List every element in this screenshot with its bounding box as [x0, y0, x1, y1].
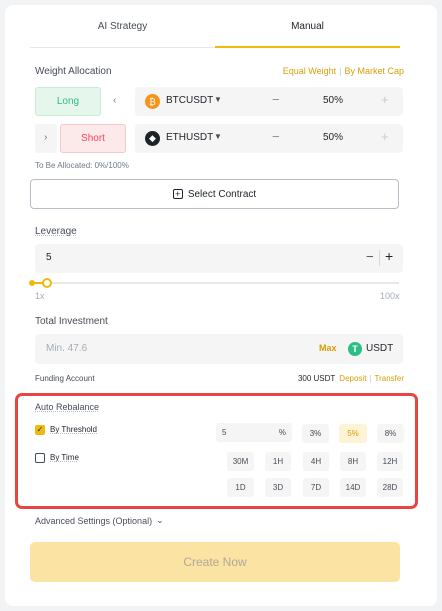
time-option-7d[interactable]: 7D	[303, 478, 329, 497]
eth-symbol[interactable]: ETHUSDT	[166, 132, 213, 143]
chevron-down-icon: ⌄	[156, 515, 164, 525]
mode-tabs: AI Strategy Manual	[30, 18, 400, 48]
eth-percent[interactable]: 50%	[323, 132, 343, 143]
threshold-option-3[interactable]: 3%	[302, 424, 329, 443]
equal-weight-link[interactable]: Equal Weight	[283, 66, 336, 76]
time-option-1h[interactable]: 1H	[265, 452, 291, 471]
total-investment-title: Total Investment	[35, 316, 108, 327]
leverage-divider	[379, 250, 380, 266]
weight-mode-links: Equal Weight | By Market Cap	[283, 66, 404, 76]
leverage-value[interactable]: 5	[46, 252, 52, 263]
auto-rebalance-title: Auto Rebalance	[35, 402, 100, 412]
investment-input[interactable]: Min. 47.6 Max T USDT	[35, 334, 403, 364]
chevron-right-icon: ›	[44, 132, 48, 143]
threshold-unit: %	[278, 428, 286, 437]
investment-placeholder[interactable]: Min. 47.6	[46, 343, 87, 354]
caret-down-icon[interactable]: ▼	[214, 95, 222, 104]
chevron-left-icon[interactable]: ‹	[113, 95, 116, 106]
by-time-checkbox[interactable]	[35, 453, 45, 463]
advanced-settings-toggle[interactable]: Advanced Settings (Optional) ⌄	[35, 515, 164, 526]
eth-increase-button[interactable]: +	[381, 129, 389, 144]
btc-decrease-button[interactable]: −	[272, 92, 280, 107]
leverage-slider-start	[29, 280, 35, 286]
to-be-allocated: To Be Allocated: 0%/100%	[35, 161, 129, 170]
tab-manual[interactable]: Manual	[215, 18, 400, 48]
time-option-3d[interactable]: 3D	[265, 478, 291, 497]
short-button[interactable]: Short	[60, 124, 126, 153]
leverage-title: Leverage	[35, 226, 77, 237]
caret-down-icon[interactable]: ▼	[214, 132, 222, 141]
leverage-slider-handle[interactable]	[41, 278, 52, 288]
deposit-link[interactable]: Deposit	[339, 374, 366, 383]
transfer-link[interactable]: Transfer	[375, 374, 405, 383]
time-option-1d[interactable]: 1D	[227, 478, 254, 497]
btc-percent[interactable]: 50%	[323, 95, 343, 106]
funding-actions: 300 USDT Deposit | Transfer	[298, 374, 404, 383]
by-market-cap-link[interactable]: By Market Cap	[344, 66, 404, 76]
btc-increase-button[interactable]: +	[381, 92, 389, 107]
long-button[interactable]: Long	[35, 87, 101, 116]
funding-balance: 300 USDT	[297, 374, 336, 383]
btc-row: ₿ BTCUSDT ▼ − 50% +	[135, 87, 403, 116]
weight-allocation-title: Weight Allocation	[35, 66, 112, 77]
btc-symbol[interactable]: BTCUSDT	[166, 95, 213, 106]
time-option-30m[interactable]: 30M	[227, 452, 254, 471]
leverage-max-label: 100x	[380, 291, 400, 301]
time-option-28d[interactable]: 28D	[377, 478, 403, 497]
by-threshold-checkbox[interactable]: ✓	[35, 425, 45, 435]
bitcoin-icon: ₿	[145, 94, 160, 109]
link-separator: |	[339, 66, 342, 76]
leverage-decrease-button[interactable]: −	[366, 249, 374, 264]
by-threshold-label[interactable]: By Threshold	[50, 425, 97, 434]
funding-account-label: Funding Account	[35, 374, 95, 383]
select-contract-button[interactable]: + Select Contract	[30, 179, 399, 209]
time-option-8h[interactable]: 8H	[340, 452, 366, 471]
advanced-settings-label: Advanced Settings (Optional)	[35, 515, 153, 526]
time-option-4h[interactable]: 4H	[303, 452, 329, 471]
threshold-option-8[interactable]: 8%	[377, 424, 404, 443]
eth-decrease-button[interactable]: −	[272, 129, 280, 144]
threshold-input[interactable]: 5 %	[216, 423, 292, 442]
time-option-14d[interactable]: 14D	[340, 478, 366, 497]
threshold-value[interactable]: 5	[222, 428, 226, 437]
link-separator: |	[369, 374, 372, 383]
ethereum-icon: ◆	[145, 131, 160, 146]
time-option-12h[interactable]: 12H	[377, 452, 403, 471]
leverage-slider[interactable]	[29, 278, 399, 288]
tether-icon: T	[348, 342, 362, 356]
plus-square-icon: +	[172, 189, 183, 199]
currency-label: USDT	[366, 343, 394, 354]
leverage-min-label: 1x	[35, 291, 45, 301]
create-now-button[interactable]: Create Now	[30, 542, 400, 582]
leverage-increase-button[interactable]: +	[385, 248, 393, 264]
select-contract-label: Select Contract	[187, 188, 257, 200]
tab-ai-strategy[interactable]: AI Strategy	[30, 18, 215, 47]
expand-left-button[interactable]: ›	[35, 124, 57, 153]
leverage-input[interactable]: 5 − +	[35, 244, 403, 273]
max-button[interactable]: Max	[319, 343, 337, 353]
by-time-label[interactable]: By Time	[50, 453, 79, 462]
eth-row: ◆ ETHUSDT ▼ − 50% +	[135, 124, 403, 153]
threshold-option-5[interactable]: 5%	[339, 424, 367, 443]
